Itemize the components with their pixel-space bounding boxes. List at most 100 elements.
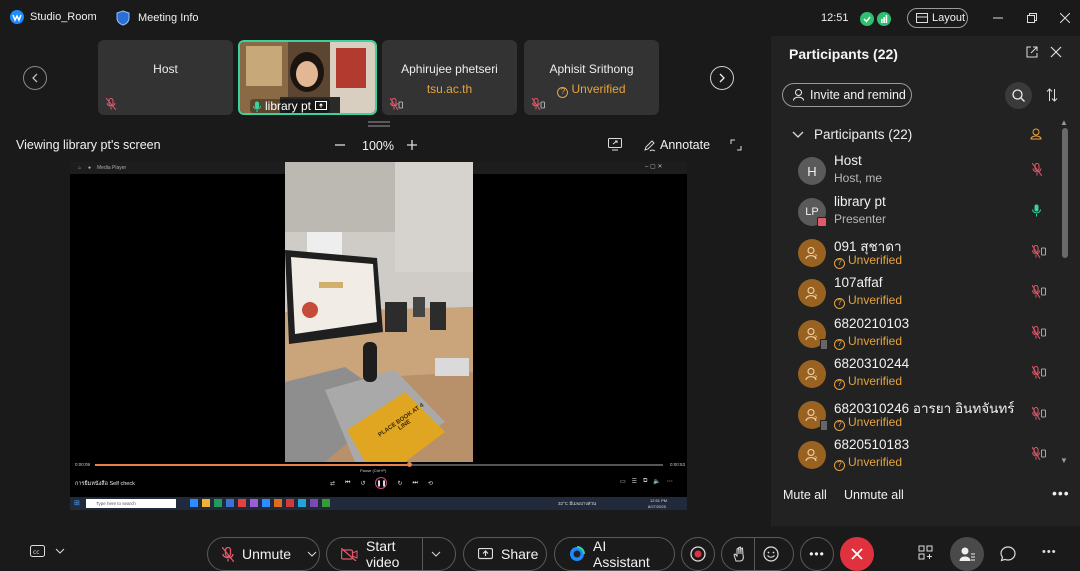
- close-window-button[interactable]: [1050, 6, 1080, 30]
- seek-thumb[interactable]: [407, 462, 413, 467]
- captions-icon[interactable]: ▭: [620, 478, 626, 485]
- mic-muted-phone-icon[interactable]: [1032, 447, 1046, 460]
- taskbar-apps[interactable]: [190, 499, 330, 507]
- taskbar-app-icon[interactable]: [298, 499, 306, 507]
- participant-row[interactable]: ? 091 สุชาดา? Unverified: [798, 235, 1060, 275]
- participant-tile-aphisit[interactable]: Aphisit Srithong ? Unverified: [524, 40, 659, 115]
- minimize-button[interactable]: [983, 6, 1013, 30]
- mute-all-button[interactable]: Mute all: [783, 488, 827, 502]
- reactions-group[interactable]: [721, 537, 794, 571]
- taskbar-app-icon[interactable]: [250, 499, 258, 507]
- volume-icon[interactable]: 🔈: [653, 478, 660, 485]
- taskbar-app-icon[interactable]: [286, 499, 294, 507]
- mic-muted-phone-icon[interactable]: [1032, 326, 1046, 339]
- next-page-button[interactable]: [710, 66, 734, 90]
- repeat-icon[interactable]: ⟲: [428, 480, 433, 487]
- chevron-down-icon[interactable]: [307, 551, 317, 557]
- ai-assistant-button[interactable]: AI Assistant: [554, 537, 675, 571]
- unmute-all-button[interactable]: Unmute all: [844, 488, 904, 502]
- mic-muted-phone-icon[interactable]: [1032, 285, 1046, 298]
- participant-row[interactable]: ? 6820310246 อารยา อินทจันทร์? Unverified: [798, 397, 1060, 437]
- scrollbar-thumb[interactable]: [1062, 128, 1068, 258]
- panel-scrollbar[interactable]: ▲ ▼: [1060, 118, 1072, 472]
- network-status-icon[interactable]: [860, 12, 874, 26]
- participant-row[interactable]: LP library pt Presenter: [798, 194, 1060, 234]
- shuffle-icon[interactable]: ⇄: [330, 480, 335, 487]
- svg-text:?: ?: [814, 254, 817, 260]
- pen-icon: [643, 139, 656, 152]
- participant-row[interactable]: ? 107affaf? Unverified: [798, 275, 1060, 315]
- more-panels-button[interactable]: •••: [1042, 546, 1057, 558]
- apps-button[interactable]: [918, 545, 934, 561]
- participant-row[interactable]: ? 6820510183? Unverified: [798, 437, 1060, 477]
- chevron-down-icon[interactable]: [431, 551, 441, 557]
- participant-row[interactable]: ? 6820210103? Unverified: [798, 316, 1060, 356]
- cast-icon[interactable]: ⧉: [643, 478, 647, 485]
- zoom-out-button[interactable]: [334, 137, 348, 153]
- emoji-icon[interactable]: [763, 546, 779, 562]
- signal-icon[interactable]: [877, 12, 891, 26]
- taskbar-app-icon[interactable]: [202, 499, 210, 507]
- stage-resize-handle[interactable]: [368, 120, 390, 128]
- windows-start-icon[interactable]: ⊞: [74, 499, 80, 507]
- scroll-down-icon[interactable]: ▼: [1060, 456, 1068, 465]
- forward-icon[interactable]: ↻: [397, 480, 402, 487]
- zoom-in-button[interactable]: [406, 137, 420, 153]
- panel-popout-button[interactable]: [1026, 46, 1038, 58]
- panel-more-button[interactable]: •••: [1052, 485, 1070, 501]
- fullscreen-button[interactable]: [730, 139, 742, 151]
- search-participants-button[interactable]: [1005, 82, 1032, 109]
- meeting-info-button[interactable]: Meeting Info: [116, 10, 199, 26]
- participant-row[interactable]: ? 6820310244? Unverified: [798, 356, 1060, 396]
- taskbar-app-icon[interactable]: [274, 499, 282, 507]
- scroll-up-icon[interactable]: ▲: [1060, 118, 1068, 127]
- share-button[interactable]: Share: [463, 537, 547, 571]
- taskbar-app-icon[interactable]: [322, 499, 330, 507]
- mic-muted-phone-icon[interactable]: [1032, 245, 1046, 258]
- rewind-icon[interactable]: ↺: [360, 480, 365, 487]
- playlist-icon[interactable]: ☰: [632, 478, 637, 485]
- taskbar-search[interactable]: Type here to search: [86, 499, 176, 508]
- taskbar-app-icon[interactable]: [190, 499, 198, 507]
- taskbar-app-icon[interactable]: [310, 499, 318, 507]
- unmute-button[interactable]: Unmute: [207, 537, 320, 571]
- mic-muted-phone-icon[interactable]: [1032, 407, 1046, 420]
- participant-tile-aphirujee[interactable]: Aphirujee phetseri tsu.ac.th: [382, 40, 517, 115]
- seek-bar[interactable]: [95, 462, 663, 467]
- more-icon[interactable]: ⋯: [667, 478, 673, 485]
- raise-hand-icon[interactable]: [732, 546, 746, 562]
- popout-share-button[interactable]: [608, 138, 622, 151]
- sort-button[interactable]: [1046, 88, 1058, 102]
- taskbar-app-icon[interactable]: [262, 499, 270, 507]
- pause-icon[interactable]: ❚❚: [375, 477, 388, 489]
- participant-tile-host[interactable]: Host: [98, 40, 233, 115]
- annotate-button[interactable]: Annotate: [643, 138, 710, 152]
- shared-screen[interactable]: ⌂ ● Media Player – ▢ ✕ PLACE BOOK AT 4 L…: [70, 162, 687, 510]
- leave-meeting-button[interactable]: [840, 537, 874, 571]
- previous-icon[interactable]: ⏮: [345, 480, 350, 487]
- captions-button[interactable]: cc: [30, 545, 65, 557]
- taskbar-app-icon[interactable]: [226, 499, 234, 507]
- chat-button[interactable]: [1000, 546, 1016, 562]
- player-controls[interactable]: ⇄ ⏮ ↺ ❚❚ ↻ ⏭ ⟲: [330, 477, 433, 489]
- participants-toggle-button[interactable]: [950, 537, 984, 571]
- mic-on-icon[interactable]: [1032, 204, 1041, 217]
- taskbar-app-icon[interactable]: [214, 499, 222, 507]
- participant-row[interactable]: H Host Host, me: [798, 153, 1060, 193]
- mic-muted-phone-icon[interactable]: [1032, 366, 1046, 379]
- layout-button[interactable]: Layout: [907, 8, 968, 28]
- player-extra-controls[interactable]: ▭ ☰ ⧉ 🔈 ⋯: [620, 478, 673, 485]
- invite-remind-button[interactable]: Invite and remind: [782, 83, 912, 107]
- next-icon[interactable]: ⏭: [413, 480, 418, 487]
- more-options-button[interactable]: •••: [800, 537, 834, 571]
- taskbar-app-icon[interactable]: [238, 499, 246, 507]
- participants-section-header[interactable]: Participants (22): [792, 127, 912, 142]
- mic-muted-icon[interactable]: [1032, 163, 1042, 176]
- start-video-button[interactable]: Start video: [326, 537, 456, 571]
- record-button[interactable]: [681, 537, 715, 571]
- restore-button[interactable]: [1017, 6, 1047, 30]
- panel-close-button[interactable]: [1050, 46, 1062, 58]
- chevron-right-icon: [718, 73, 726, 83]
- prev-page-button[interactable]: [23, 66, 47, 90]
- participant-tile-library-pt[interactable]: library pt: [238, 40, 377, 115]
